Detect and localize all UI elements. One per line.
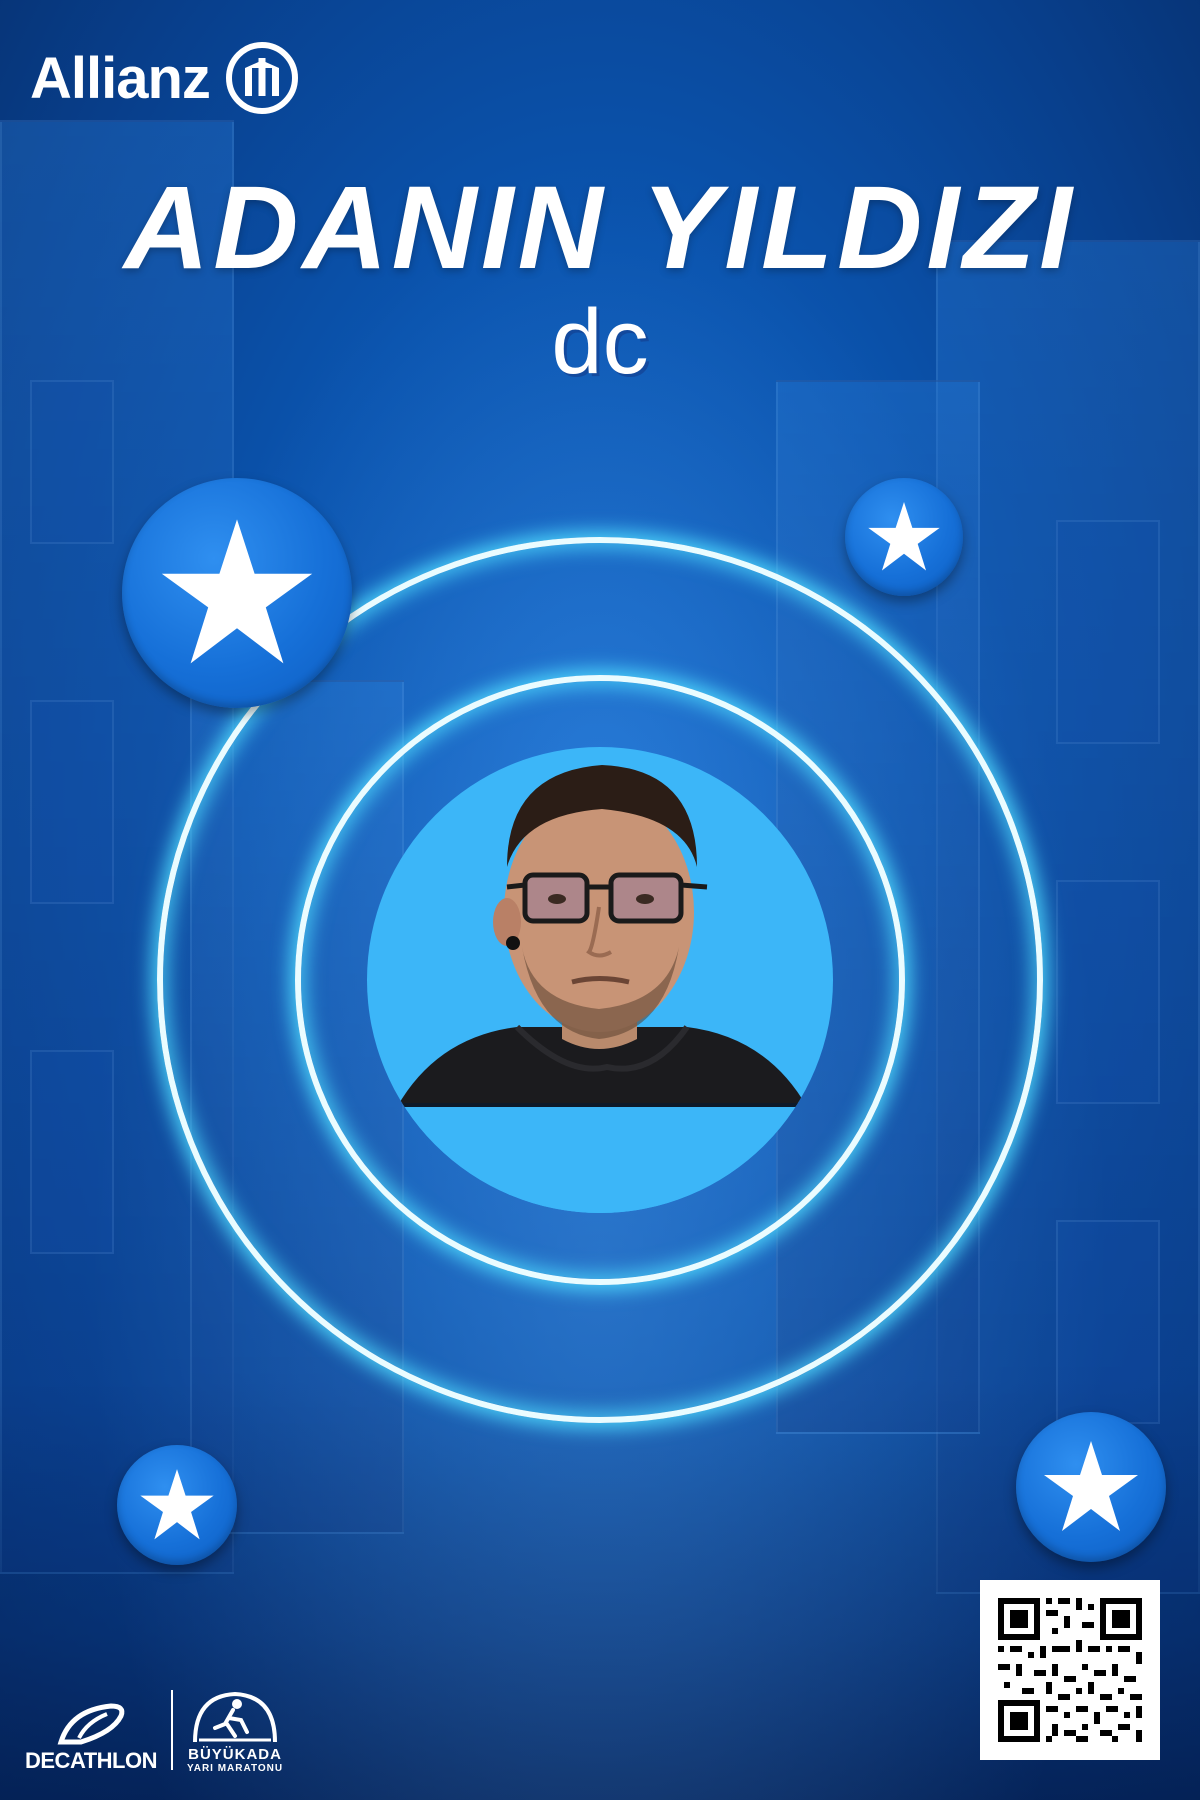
participant-photo bbox=[367, 747, 833, 1213]
allianz-eagle-icon bbox=[225, 42, 298, 114]
runner-icon bbox=[193, 1691, 278, 1743]
poster: Allianz ADANIN YILDIZI dc DECATHLON BÜYÜ… bbox=[0, 0, 1200, 1800]
star-icon bbox=[140, 1469, 214, 1540]
qr-code[interactable] bbox=[980, 1580, 1160, 1760]
event-subtitle: YARI MARATONU bbox=[186, 1763, 284, 1774]
star-badge-medium-bottom-right bbox=[1016, 1412, 1166, 1562]
sponsor-name: DECATHLON bbox=[25, 1748, 157, 1773]
page-title: ADANIN YILDIZI bbox=[124, 162, 1076, 294]
star-badge-small-top-right bbox=[845, 478, 963, 596]
portrait-illustration bbox=[367, 765, 833, 1213]
brand-logo: Allianz bbox=[30, 40, 300, 116]
qr-code-pattern bbox=[980, 1580, 1160, 1760]
logo-divider bbox=[170, 1690, 173, 1770]
brand-name: Allianz bbox=[30, 45, 211, 111]
star-icon bbox=[868, 502, 940, 571]
participant-name: dc bbox=[551, 291, 649, 393]
star-badge-large bbox=[122, 478, 352, 708]
event-name: BÜYÜKADA bbox=[188, 1746, 282, 1763]
event-logo: BÜYÜKADA YARI MARATONU bbox=[187, 1690, 283, 1774]
star-icon bbox=[161, 519, 313, 664]
sponsor-logo: DECATHLON bbox=[25, 1702, 157, 1774]
footer-logos: DECATHLON BÜYÜKADA YARI MARATONU bbox=[25, 1690, 283, 1774]
star-icon bbox=[1044, 1441, 1138, 1531]
star-badge-small-bottom-left bbox=[117, 1445, 237, 1565]
decathlon-logo-icon bbox=[57, 1703, 125, 1745]
